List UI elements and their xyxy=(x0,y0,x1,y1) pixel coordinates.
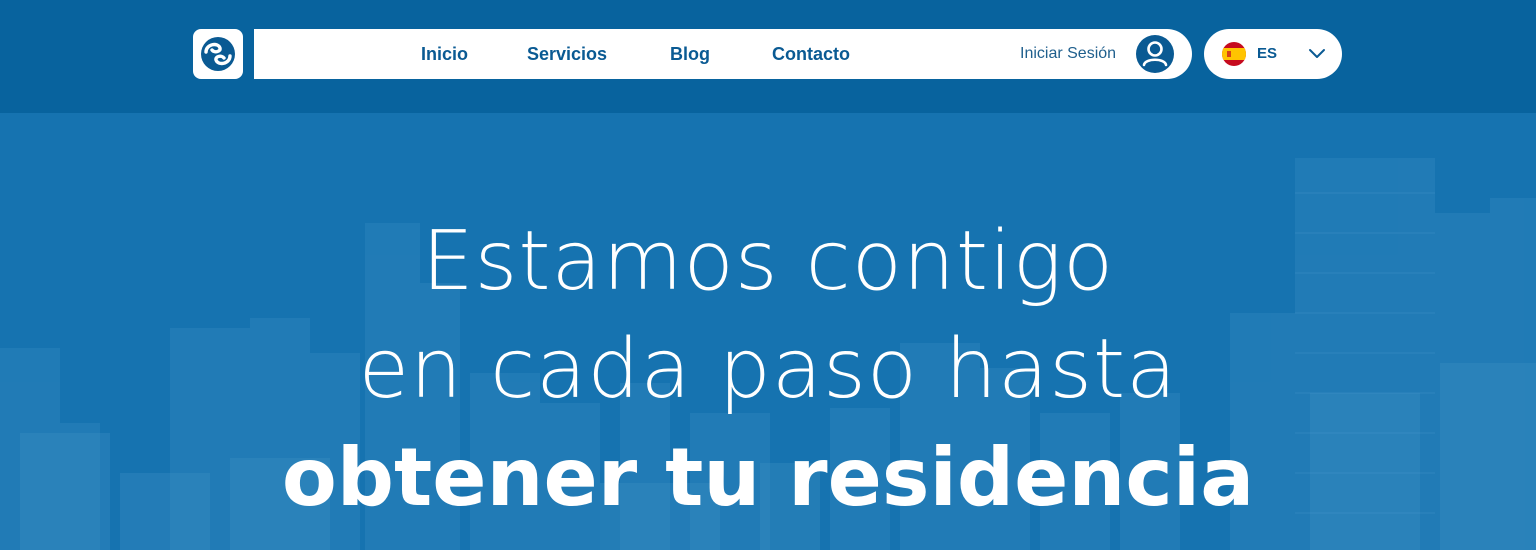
main-navigation: Inicio Servicios Blog Contacto Iniciar S… xyxy=(254,29,1192,79)
language-code: ES xyxy=(1257,45,1278,62)
hero-line-1: Estamos contigo xyxy=(421,214,1115,309)
chevron-down-icon xyxy=(1309,49,1325,58)
nav-link-blog[interactable]: Blog xyxy=(670,29,710,79)
login-link[interactable]: Iniciar Sesión xyxy=(1020,29,1116,79)
hero-line-3: obtener tu residencia xyxy=(281,431,1255,524)
user-icon xyxy=(1142,41,1168,67)
brand-logo-icon[interactable] xyxy=(193,29,243,79)
spain-flag-icon xyxy=(1222,42,1246,66)
logo-mark xyxy=(201,37,235,71)
hero-section: Estamos contigo en cada paso hasta obten… xyxy=(0,113,1536,550)
language-selector[interactable]: ES xyxy=(1204,29,1342,79)
nav-link-contacto[interactable]: Contacto xyxy=(772,29,850,79)
user-avatar-icon[interactable] xyxy=(1136,35,1174,73)
nav-link-inicio[interactable]: Inicio xyxy=(421,29,468,79)
hero-headline: Estamos contigo en cada paso hasta obten… xyxy=(0,208,1536,532)
nav-link-servicios[interactable]: Servicios xyxy=(527,29,607,79)
hero-line-2: en cada paso hasta xyxy=(358,322,1178,417)
